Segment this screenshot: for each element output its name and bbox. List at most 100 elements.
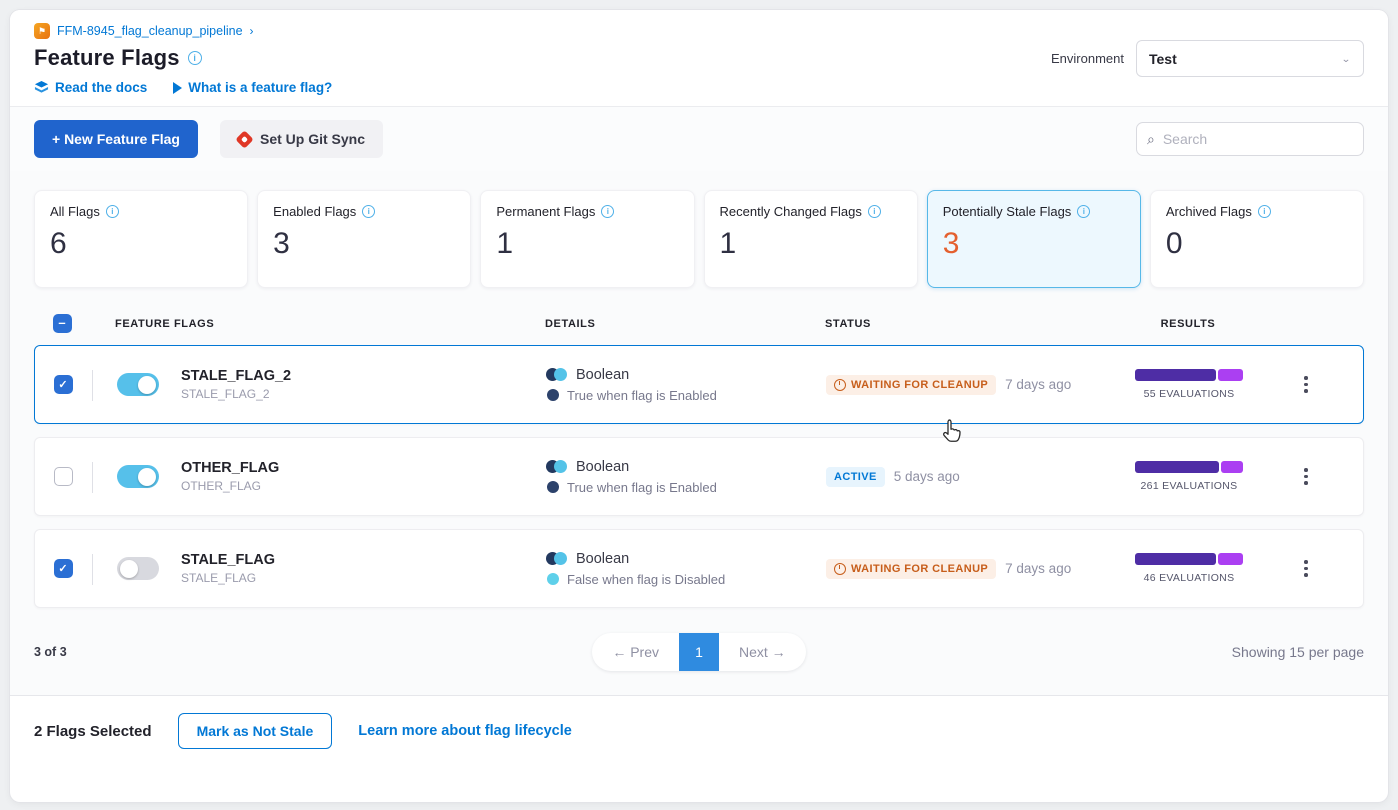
- boolean-type-icon: [546, 460, 568, 473]
- info-icon[interactable]: i: [362, 205, 375, 218]
- flag-id: STALE_FLAG_2: [181, 387, 291, 401]
- pager: ← Prev 1 Next →: [592, 633, 805, 671]
- page-header: ⚑ FFM-8945_flag_cleanup_pipeline › Featu…: [10, 10, 1388, 107]
- stat-value: 1: [720, 227, 902, 261]
- evaluations-count: 261 EVALUATIONS: [1141, 480, 1238, 492]
- flag-name[interactable]: OTHER_FLAG: [181, 460, 279, 476]
- row-menu-kebab-icon[interactable]: [1300, 372, 1312, 397]
- clock-icon: [834, 563, 846, 575]
- stat-value: 6: [50, 227, 232, 261]
- next-page-button[interactable]: Next →: [719, 633, 806, 671]
- column-header-details: DETAILS: [545, 318, 825, 330]
- flag-variation: True when flag is Enabled: [567, 388, 717, 403]
- table-row[interactable]: STALE_FLAG STALE_FLAG Boolean False when…: [34, 529, 1364, 608]
- row-count: 3 of 3: [34, 645, 284, 659]
- breadcrumb-project[interactable]: FFM-8945_flag_cleanup_pipeline: [57, 24, 243, 38]
- flag-name[interactable]: STALE_FLAG_2: [181, 368, 291, 384]
- search-box[interactable]: ⌕: [1136, 122, 1364, 156]
- stat-card-archived-flags[interactable]: Archived Flagsi 0: [1150, 190, 1364, 288]
- row-checkbox[interactable]: [54, 559, 73, 578]
- main-area: All Flagsi 6 Enabled Flagsi 3 Permanent …: [10, 171, 1388, 695]
- info-icon[interactable]: i: [1077, 205, 1090, 218]
- breadcrumb[interactable]: ⚑ FFM-8945_flag_cleanup_pipeline ›: [34, 23, 1364, 39]
- page-number-button[interactable]: 1: [679, 633, 719, 671]
- stat-card-recently-changed-flags[interactable]: Recently Changed Flagsi 1: [704, 190, 918, 288]
- stat-value: 1: [496, 227, 678, 261]
- clock-icon: [834, 379, 846, 391]
- chevron-down-icon: ⌄: [1341, 53, 1351, 64]
- variation-dot-icon: [547, 389, 559, 401]
- mark-not-stale-button[interactable]: Mark as Not Stale: [178, 713, 333, 749]
- stats-row: All Flagsi 6 Enabled Flagsi 3 Permanent …: [10, 171, 1388, 300]
- table-row[interactable]: STALE_FLAG_2 STALE_FLAG_2 Boolean True w…: [34, 345, 1364, 424]
- variation-dot-icon: [547, 573, 559, 585]
- divider: [92, 370, 93, 401]
- flag-id: STALE_FLAG: [181, 571, 275, 585]
- what-is-flag-link[interactable]: What is a feature flag?: [173, 80, 332, 95]
- stat-card-permanent-flags[interactable]: Permanent Flagsi 1: [480, 190, 694, 288]
- divider: [92, 462, 93, 493]
- play-icon: [173, 82, 182, 94]
- row-menu-kebab-icon[interactable]: [1300, 556, 1312, 581]
- boolean-type-icon: [546, 552, 568, 565]
- setup-git-sync-button[interactable]: Set Up Git Sync: [220, 120, 383, 158]
- read-docs-link[interactable]: Read the docs: [34, 80, 147, 95]
- per-page-label: Showing 15 per page: [1114, 644, 1364, 660]
- status-badge[interactable]: WAITING FOR CLEANUP: [826, 375, 996, 395]
- search-icon: ⌕: [1147, 131, 1155, 148]
- flag-toggle[interactable]: [117, 373, 159, 396]
- status-time: 7 days ago: [1005, 561, 1071, 576]
- breadcrumb-chevron-icon: ›: [250, 24, 254, 38]
- search-input[interactable]: [1163, 131, 1353, 147]
- evaluations-bar: [1135, 369, 1243, 381]
- boolean-type-icon: [546, 368, 568, 381]
- info-icon[interactable]: i: [601, 205, 614, 218]
- flag-toggle[interactable]: [117, 465, 159, 488]
- status-badge[interactable]: ACTIVE: [826, 467, 885, 487]
- flag-toggle[interactable]: [117, 557, 159, 580]
- evaluations-count: 55 EVALUATIONS: [1144, 388, 1235, 400]
- pagination: 3 of 3 ← Prev 1 Next → Showing 15 per pa…: [10, 621, 1388, 693]
- info-icon[interactable]: i: [106, 205, 119, 218]
- prev-page-button[interactable]: ← Prev: [592, 633, 679, 671]
- selection-footer: 2 Flags Selected Mark as Not Stale Learn…: [10, 695, 1388, 769]
- table-row[interactable]: OTHER_FLAG OTHER_FLAG Boolean True when …: [34, 437, 1364, 516]
- select-all-checkbox[interactable]: [53, 314, 72, 333]
- column-header-results: RESULTS: [1095, 318, 1281, 330]
- stat-card-enabled-flags[interactable]: Enabled Flagsi 3: [257, 190, 471, 288]
- environment-label: Environment: [1051, 51, 1124, 66]
- stat-card-potentially-stale-flags[interactable]: Potentially Stale Flagsi 3: [927, 190, 1141, 288]
- info-icon[interactable]: i: [1258, 205, 1271, 218]
- flag-type: Boolean: [576, 459, 629, 475]
- selected-count-label: 2 Flags Selected: [34, 723, 152, 740]
- docs-icon: [34, 80, 49, 95]
- environment-value: Test: [1149, 51, 1177, 67]
- status-badge[interactable]: WAITING FOR CLEANUP: [826, 559, 996, 579]
- toolbar: + New Feature Flag Set Up Git Sync ⌕: [10, 107, 1388, 171]
- stat-card-all-flags[interactable]: All Flagsi 6: [34, 190, 248, 288]
- stat-value: 0: [1166, 227, 1348, 261]
- divider: [92, 554, 93, 585]
- column-header-feature-flags: FEATURE FLAGS: [90, 318, 545, 330]
- column-header-status: STATUS: [825, 318, 1095, 330]
- flag-name[interactable]: STALE_FLAG: [181, 552, 275, 568]
- variation-dot-icon: [547, 481, 559, 493]
- flag-variation: True when flag is Enabled: [567, 480, 717, 495]
- flag-rows: STALE_FLAG_2 STALE_FLAG_2 Boolean True w…: [10, 343, 1388, 608]
- evaluations-count: 46 EVALUATIONS: [1144, 572, 1235, 584]
- row-checkbox[interactable]: [54, 375, 73, 394]
- flag-type: Boolean: [576, 551, 629, 567]
- page-title: Feature Flags: [34, 45, 180, 71]
- info-icon[interactable]: i: [868, 205, 881, 218]
- flag-lifecycle-link[interactable]: Learn more about flag lifecycle: [358, 723, 572, 739]
- new-feature-flag-button[interactable]: + New Feature Flag: [34, 120, 198, 158]
- status-time: 5 days ago: [894, 469, 960, 484]
- status-time: 7 days ago: [1005, 377, 1071, 392]
- row-menu-kebab-icon[interactable]: [1300, 464, 1312, 489]
- evaluations-bar: [1135, 553, 1243, 565]
- project-icon: ⚑: [34, 23, 50, 39]
- row-checkbox[interactable]: [54, 467, 73, 486]
- evaluations-bar: [1135, 461, 1243, 473]
- title-info-icon[interactable]: i: [188, 51, 202, 65]
- environment-select[interactable]: Test ⌄: [1136, 40, 1364, 77]
